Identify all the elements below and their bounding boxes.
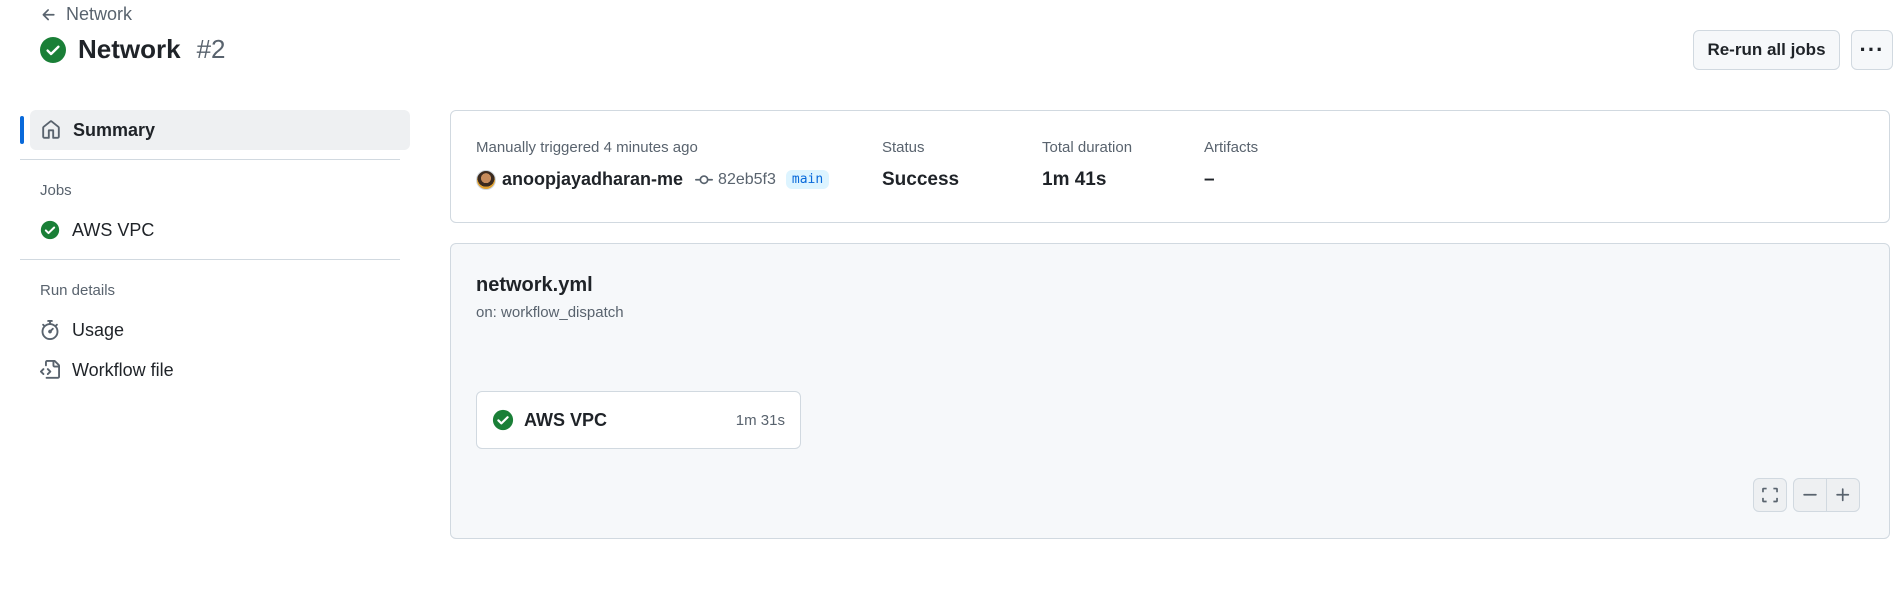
commit-sha: 82eb5f3 <box>718 170 776 188</box>
zoom-in-button[interactable] <box>1826 478 1860 512</box>
job-name: AWS VPC <box>524 409 608 430</box>
workflow-trigger: on: workflow_dispatch <box>476 304 624 321</box>
job-node[interactable]: AWS VPC 1m 31s <box>476 391 801 449</box>
workflow-graph-card: network.yml on: workflow_dispatch AWS VP… <box>450 243 1890 539</box>
status-label: Status <box>882 139 925 156</box>
run-summary-card: Manually triggered 4 minutes ago anoopja… <box>450 110 1890 223</box>
plus-icon <box>1836 488 1850 502</box>
minus-icon <box>1803 493 1817 496</box>
git-commit-icon <box>695 174 714 184</box>
sidebar-item-job[interactable]: AWS VPC <box>40 216 154 244</box>
file-code-icon <box>40 360 60 379</box>
home-icon <box>42 120 60 139</box>
trigger-row: anoopjayadharan-me 82eb5f3 main <box>476 169 830 190</box>
duration-label: Total duration <box>1042 139 1133 156</box>
arrow-left-icon <box>42 8 55 20</box>
job-duration: 1m 31s <box>735 411 785 429</box>
sidebar-item-job-label: AWS VPC <box>72 219 155 240</box>
active-indicator <box>20 116 24 144</box>
sidebar-item-workflow-file-label: Workflow file <box>72 359 174 380</box>
back-link-label: Network <box>66 4 133 24</box>
sidebar-item-summary[interactable]: Summary <box>20 110 410 150</box>
workflow-title: Network <box>78 34 181 64</box>
sidebar-item-workflow-file[interactable]: Workflow file <box>40 356 174 384</box>
actor-link[interactable]: anoopjayadharan-me <box>502 169 683 190</box>
divider <box>20 159 400 160</box>
artifacts-label: Artifacts <box>1204 139 1259 156</box>
sidebar-item-usage[interactable]: Usage <box>40 316 124 344</box>
back-link[interactable]: Network <box>40 4 132 25</box>
commit-link[interactable]: 82eb5f3 <box>695 171 776 189</box>
jobs-heading: Jobs <box>40 182 72 199</box>
artifacts-value: – <box>1204 169 1215 190</box>
fullscreen-icon <box>1762 487 1778 503</box>
rerun-all-jobs-button[interactable]: Re-run all jobs <box>1693 30 1840 70</box>
run-details-heading: Run details <box>40 282 116 299</box>
sidebar-item-usage-label: Usage <box>72 319 125 340</box>
workflow-file-name: network.yml <box>476 274 593 296</box>
page-title: Network #2 <box>40 34 226 65</box>
zoom-out-button[interactable] <box>1793 478 1827 512</box>
check-circle-fill-icon <box>40 36 66 63</box>
sidebar-item-summary-label: Summary <box>73 119 156 140</box>
check-circle-fill-icon <box>40 220 60 240</box>
avatar[interactable] <box>476 169 496 190</box>
check-circle-fill-icon <box>492 409 514 431</box>
status-value: Success <box>882 169 960 190</box>
duration-value: 1m 41s <box>1042 169 1107 190</box>
branch-badge[interactable]: main <box>785 170 830 189</box>
stopwatch-icon <box>41 320 59 340</box>
run-number: #2 <box>196 34 226 64</box>
divider <box>20 259 400 260</box>
trigger-text: Manually triggered 4 minutes ago <box>476 139 698 156</box>
kebab-menu-button[interactable]: ··· <box>1851 30 1893 70</box>
fullscreen-button[interactable] <box>1753 478 1787 512</box>
